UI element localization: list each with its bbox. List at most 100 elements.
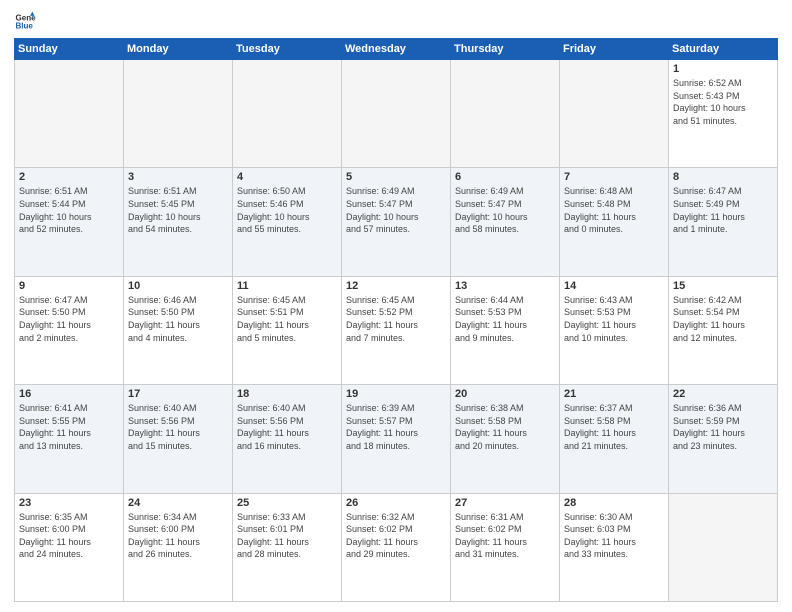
day-cell: 18Sunrise: 6:40 AM Sunset: 5:56 PM Dayli… <box>233 385 342 493</box>
day-number: 8 <box>673 171 773 183</box>
col-header-friday: Friday <box>560 39 669 60</box>
day-number: 24 <box>128 497 228 509</box>
day-info: Sunrise: 6:49 AM Sunset: 5:47 PM Dayligh… <box>346 185 446 235</box>
day-cell: 19 Sunrise: 6:39 AM Sunset: 5:57 PM Dayli… <box>342 385 451 493</box>
day-cell: 23 Sunrise: 6:35 AM Sunset: 6:00 PM Dayli… <box>15 493 124 601</box>
day-cell <box>451 60 560 168</box>
day-info: Sunrise: 6:41 AM Sunset: 5:55 PM Dayligh… <box>19 402 119 452</box>
day-cell <box>669 493 778 601</box>
day-cell: 26Sunrise: 6:32 AM Sunset: 6:02 PM Dayli… <box>342 493 451 601</box>
week-row-4: 16 Sunrise: 6:41 AM Sunset: 5:55 PM Dayli… <box>15 385 778 493</box>
day-number: 15 <box>673 280 773 292</box>
day-cell: 6 Sunrise: 6:49 AM Sunset: 5:47 PM Daylig… <box>451 168 560 276</box>
week-row-1: 1Sunrise: 6:52 AM Sunset: 5:43 PM Daylig… <box>15 60 778 168</box>
day-info: Sunrise: 6:48 AM Sunset: 5:48 PM Dayligh… <box>564 185 664 235</box>
day-number: 4 <box>237 171 337 183</box>
day-info: Sunrise: 6:52 AM Sunset: 5:43 PM Dayligh… <box>673 77 773 127</box>
day-cell: 1Sunrise: 6:52 AM Sunset: 5:43 PM Daylig… <box>669 60 778 168</box>
day-info: Sunrise: 6:45 AM Sunset: 5:51 PM Dayligh… <box>237 294 337 344</box>
col-header-thursday: Thursday <box>451 39 560 60</box>
day-number: 2 <box>19 171 119 183</box>
day-info: Sunrise: 6:37 AM Sunset: 5:58 PM Dayligh… <box>564 402 664 452</box>
day-info: Sunrise: 6:36 AM Sunset: 5:59 PM Dayligh… <box>673 402 773 452</box>
week-row-5: 23 Sunrise: 6:35 AM Sunset: 6:00 PM Dayli… <box>15 493 778 601</box>
day-info: Sunrise: 6:49 AM Sunset: 5:47 PM Dayligh… <box>455 185 555 235</box>
calendar-table: SundayMondayTuesdayWednesdayThursdayFrid… <box>14 38 778 602</box>
day-info: Sunrise: 6:39 AM Sunset: 5:57 PM Dayligh… <box>346 402 446 452</box>
header: General Blue <box>14 10 778 32</box>
day-cell: 27Sunrise: 6:31 AM Sunset: 6:02 PM Dayli… <box>451 493 560 601</box>
day-info: Sunrise: 6:51 AM Sunset: 5:44 PM Dayligh… <box>19 185 119 235</box>
day-info: Sunrise: 6:46 AM Sunset: 5:50 PM Dayligh… <box>128 294 228 344</box>
logo: General Blue <box>14 10 36 32</box>
day-cell: 16 Sunrise: 6:41 AM Sunset: 5:55 PM Dayli… <box>15 385 124 493</box>
day-info: Sunrise: 6:50 AM Sunset: 5:46 PM Dayligh… <box>237 185 337 235</box>
day-cell: 13 Sunrise: 6:44 AM Sunset: 5:53 PM Dayli… <box>451 276 560 384</box>
day-number: 14 <box>564 280 664 292</box>
day-number: 19 <box>346 388 446 400</box>
day-cell <box>124 60 233 168</box>
day-cell <box>342 60 451 168</box>
day-number: 22 <box>673 388 773 400</box>
day-cell: 24 Sunrise: 6:34 AM Sunset: 6:00 PM Dayli… <box>124 493 233 601</box>
day-cell: 3 Sunrise: 6:51 AM Sunset: 5:45 PM Daylig… <box>124 168 233 276</box>
col-header-wednesday: Wednesday <box>342 39 451 60</box>
day-cell: 14 Sunrise: 6:43 AM Sunset: 5:53 PM Dayli… <box>560 276 669 384</box>
day-number: 12 <box>346 280 446 292</box>
day-cell: 20 Sunrise: 6:38 AM Sunset: 5:58 PM Dayli… <box>451 385 560 493</box>
day-number: 5 <box>346 171 446 183</box>
day-info: Sunrise: 6:51 AM Sunset: 5:45 PM Dayligh… <box>128 185 228 235</box>
col-header-tuesday: Tuesday <box>233 39 342 60</box>
day-cell <box>560 60 669 168</box>
day-cell: 11 Sunrise: 6:45 AM Sunset: 5:51 PM Dayli… <box>233 276 342 384</box>
day-cell <box>15 60 124 168</box>
logo-icon: General Blue <box>14 10 36 32</box>
day-number: 10 <box>128 280 228 292</box>
day-number: 9 <box>19 280 119 292</box>
day-number: 3 <box>128 171 228 183</box>
day-number: 20 <box>455 388 555 400</box>
week-row-3: 9 Sunrise: 6:47 AM Sunset: 5:50 PM Daylig… <box>15 276 778 384</box>
day-number: 23 <box>19 497 119 509</box>
day-info: Sunrise: 6:34 AM Sunset: 6:00 PM Dayligh… <box>128 511 228 561</box>
day-info: Sunrise: 6:38 AM Sunset: 5:58 PM Dayligh… <box>455 402 555 452</box>
day-cell: 15Sunrise: 6:42 AM Sunset: 5:54 PM Dayli… <box>669 276 778 384</box>
day-info: Sunrise: 6:44 AM Sunset: 5:53 PM Dayligh… <box>455 294 555 344</box>
day-number: 18 <box>237 388 337 400</box>
day-number: 17 <box>128 388 228 400</box>
day-cell: 5 Sunrise: 6:49 AM Sunset: 5:47 PM Daylig… <box>342 168 451 276</box>
day-cell: 28 Sunrise: 6:30 AM Sunset: 6:03 PM Dayli… <box>560 493 669 601</box>
day-info: Sunrise: 6:47 AM Sunset: 5:49 PM Dayligh… <box>673 185 773 235</box>
day-number: 7 <box>564 171 664 183</box>
day-number: 16 <box>19 388 119 400</box>
day-cell: 12 Sunrise: 6:45 AM Sunset: 5:52 PM Dayli… <box>342 276 451 384</box>
day-number: 11 <box>237 280 337 292</box>
day-info: Sunrise: 6:35 AM Sunset: 6:00 PM Dayligh… <box>19 511 119 561</box>
col-header-monday: Monday <box>124 39 233 60</box>
day-cell <box>233 60 342 168</box>
day-info: Sunrise: 6:40 AM Sunset: 5:56 PM Dayligh… <box>128 402 228 452</box>
week-row-2: 2 Sunrise: 6:51 AM Sunset: 5:44 PM Daylig… <box>15 168 778 276</box>
day-cell: 10 Sunrise: 6:46 AM Sunset: 5:50 PM Dayli… <box>124 276 233 384</box>
col-header-saturday: Saturday <box>669 39 778 60</box>
day-number: 21 <box>564 388 664 400</box>
day-info: Sunrise: 6:31 AM Sunset: 6:02 PM Dayligh… <box>455 511 555 561</box>
day-info: Sunrise: 6:33 AM Sunset: 6:01 PM Dayligh… <box>237 511 337 561</box>
day-number: 25 <box>237 497 337 509</box>
day-cell: 7 Sunrise: 6:48 AM Sunset: 5:48 PM Daylig… <box>560 168 669 276</box>
day-info: Sunrise: 6:32 AM Sunset: 6:02 PM Dayligh… <box>346 511 446 561</box>
day-cell: 2 Sunrise: 6:51 AM Sunset: 5:44 PM Daylig… <box>15 168 124 276</box>
col-header-sunday: Sunday <box>15 39 124 60</box>
day-info: Sunrise: 6:47 AM Sunset: 5:50 PM Dayligh… <box>19 294 119 344</box>
header-row: SundayMondayTuesdayWednesdayThursdayFrid… <box>15 39 778 60</box>
day-info: Sunrise: 6:43 AM Sunset: 5:53 PM Dayligh… <box>564 294 664 344</box>
page-container: General Blue SundayMondayTuesdayWednesda… <box>0 0 792 612</box>
day-number: 28 <box>564 497 664 509</box>
day-cell: 25 Sunrise: 6:33 AM Sunset: 6:01 PM Dayli… <box>233 493 342 601</box>
day-cell: 8 Sunrise: 6:47 AM Sunset: 5:49 PM Daylig… <box>669 168 778 276</box>
day-number: 13 <box>455 280 555 292</box>
day-info: Sunrise: 6:45 AM Sunset: 5:52 PM Dayligh… <box>346 294 446 344</box>
day-info: Sunrise: 6:30 AM Sunset: 6:03 PM Dayligh… <box>564 511 664 561</box>
day-cell: 21 Sunrise: 6:37 AM Sunset: 5:58 PM Dayli… <box>560 385 669 493</box>
day-number: 6 <box>455 171 555 183</box>
